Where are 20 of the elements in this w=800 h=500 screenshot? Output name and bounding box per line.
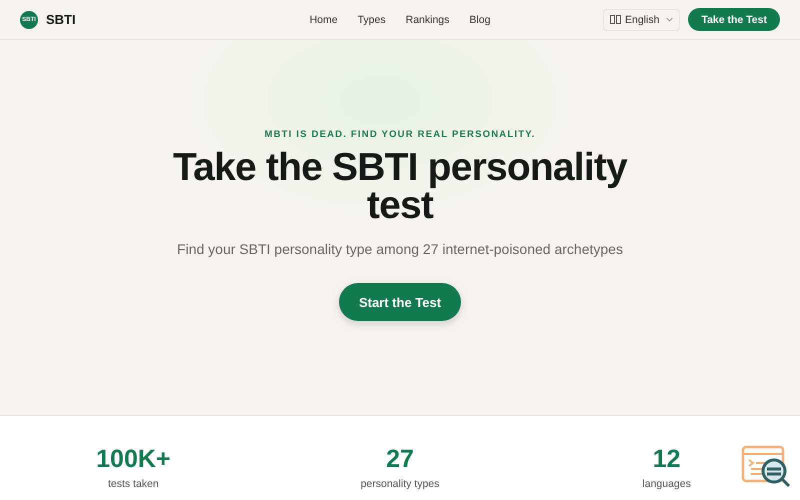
caret-icon: [666, 17, 674, 22]
nav-link[interactable]: Types: [358, 14, 386, 26]
take-test-button[interactable]: Take the Test: [688, 8, 780, 31]
stat-label: personality types: [360, 478, 440, 490]
document-search-icon[interactable]: [741, 445, 791, 489]
brand-name[interactable]: SBTI: [46, 12, 76, 27]
nav-link[interactable]: Home: [310, 14, 338, 26]
tagline: MBTI IS DEAD. FIND YOUR REAL PERSONALITY.: [264, 129, 536, 140]
stat-value: 27: [386, 445, 414, 474]
stat-label: languages: [642, 478, 691, 490]
hero-title: Take the SBTI personality test: [172, 149, 628, 225]
stat-label: tests taken: [108, 478, 159, 490]
nav-link[interactable]: Rankings: [406, 14, 450, 26]
stat-value: 12: [652, 445, 681, 474]
nav-link[interactable]: Blog: [469, 14, 490, 26]
hero-subtitle: Find your SBTI personality type among 27 internet-poisoned archetypes: [177, 241, 623, 257]
start-test-button[interactable]: Start the Test: [338, 283, 462, 321]
stat-value: 100K+: [96, 445, 171, 474]
language-icon: [610, 15, 621, 24]
language-selector[interactable]: English: [602, 8, 680, 30]
